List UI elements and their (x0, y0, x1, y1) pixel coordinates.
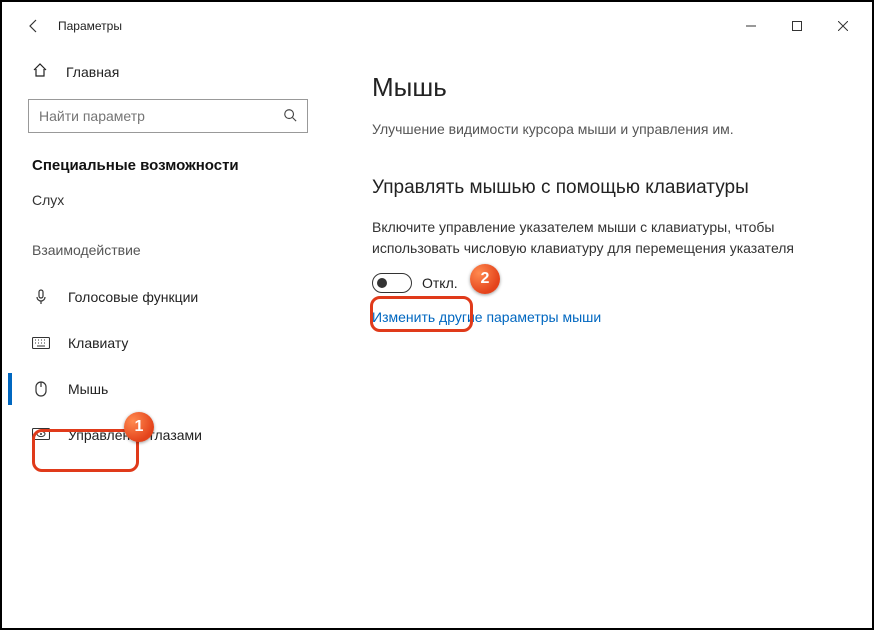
search-icon (283, 108, 297, 125)
maximize-icon (792, 21, 802, 31)
eye-control-icon (32, 428, 50, 442)
back-button[interactable] (20, 12, 48, 40)
sidebar-item-home[interactable]: Главная (8, 52, 328, 91)
titlebar: Параметры (8, 8, 866, 44)
toggle-label: Откл. (422, 275, 458, 291)
section-description: Включите управление указателем мыши с кл… (372, 217, 826, 259)
arrow-left-icon (26, 18, 42, 34)
window-controls (728, 10, 866, 42)
sidebar-group-title: Специальные возможности (8, 157, 328, 192)
sidebar-item-label: Клавиату (68, 335, 128, 351)
page-title: Мышь (372, 72, 826, 103)
sidebar-item-eye-control[interactable]: Управление глазами (8, 412, 328, 458)
sidebar-section-interaction: Взаимодействие (8, 222, 328, 274)
minimize-button[interactable] (728, 10, 774, 42)
minimize-icon (746, 21, 756, 31)
mouse-keys-toggle[interactable] (372, 273, 412, 293)
close-button[interactable] (820, 10, 866, 42)
other-mouse-settings-link[interactable]: Изменить другие параметры мыши (372, 309, 826, 325)
sidebar-item-label: Голосовые функции (68, 289, 198, 305)
sidebar-item-hearing[interactable]: Слух (8, 192, 328, 222)
toggle-knob (377, 278, 387, 288)
microphone-icon (32, 289, 50, 305)
sidebar-item-label: Главная (66, 64, 119, 80)
sidebar-item-label: Управление глазами (68, 427, 202, 443)
section-heading: Управлять мышью с помощью клавиатуры (372, 177, 826, 199)
sidebar-item-mouse[interactable]: Мышь (8, 366, 328, 412)
maximize-button[interactable] (774, 10, 820, 42)
home-icon (32, 62, 48, 81)
sidebar-item-speech[interactable]: Голосовые функции (8, 274, 328, 320)
keyboard-icon (32, 337, 50, 349)
sidebar-item-label: Мышь (68, 381, 108, 397)
sidebar-item-keyboard[interactable]: Клавиату (8, 320, 328, 366)
mouse-icon (32, 381, 50, 397)
sidebar: Главная Специальные возможности Слух Вза… (8, 44, 328, 622)
search-input[interactable] (28, 99, 308, 133)
close-icon (838, 21, 848, 31)
search-field[interactable] (39, 108, 283, 124)
window-title: Параметры (58, 19, 122, 33)
page-subtitle: Улучшение видимости курсора мыши и управ… (372, 121, 826, 137)
content-area: Мышь Улучшение видимости курсора мыши и … (328, 44, 866, 622)
